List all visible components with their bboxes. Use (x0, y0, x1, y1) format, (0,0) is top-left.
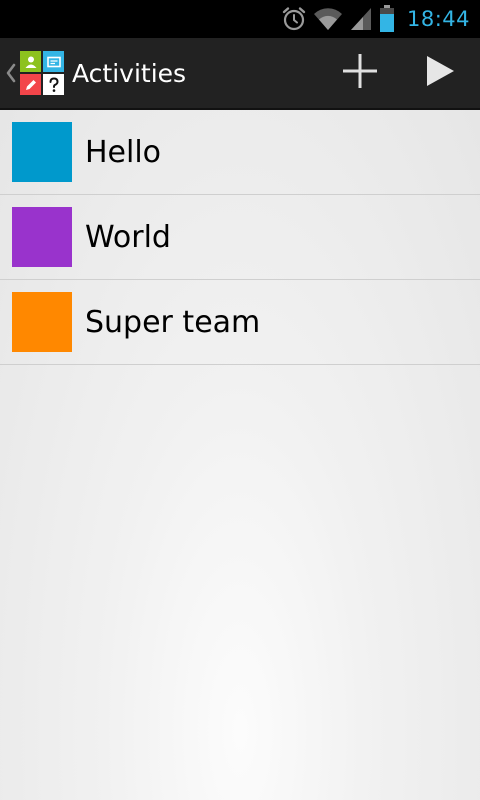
logo-tile-card (43, 51, 64, 72)
list-item[interactable]: Super team (0, 280, 480, 365)
page-title: Activities (72, 58, 187, 88)
color-swatch (12, 292, 72, 352)
list-item-label: Super team (85, 304, 261, 340)
screen: 18:44 Activities Hello World Super team (0, 0, 480, 800)
logo-tile-pencil (20, 74, 41, 95)
chevron-left-icon (4, 58, 18, 88)
list-item-label: World (85, 219, 171, 255)
add-button[interactable] (320, 37, 400, 109)
list-item[interactable]: Hello (0, 110, 480, 195)
signal-icon (349, 6, 373, 32)
play-icon (424, 54, 456, 92)
wifi-icon (313, 6, 343, 32)
battery-icon (379, 5, 395, 33)
color-swatch (12, 122, 72, 182)
logo-tile-question (43, 74, 64, 95)
activities-list-container: Hello World Super team (0, 110, 480, 800)
activities-list: Hello World Super team (0, 110, 480, 365)
status-time: 18:44 (406, 7, 470, 31)
play-button[interactable] (400, 37, 480, 109)
color-swatch (12, 207, 72, 267)
alarm-icon (281, 6, 307, 32)
logo-tile-person (20, 51, 41, 72)
list-item[interactable]: World (0, 195, 480, 280)
plus-icon (341, 52, 379, 94)
action-bar: Activities (0, 38, 480, 110)
status-bar: 18:44 (0, 0, 480, 38)
app-logo (20, 51, 64, 95)
up-navigation-button[interactable] (0, 38, 64, 108)
list-item-label: Hello (85, 134, 162, 170)
